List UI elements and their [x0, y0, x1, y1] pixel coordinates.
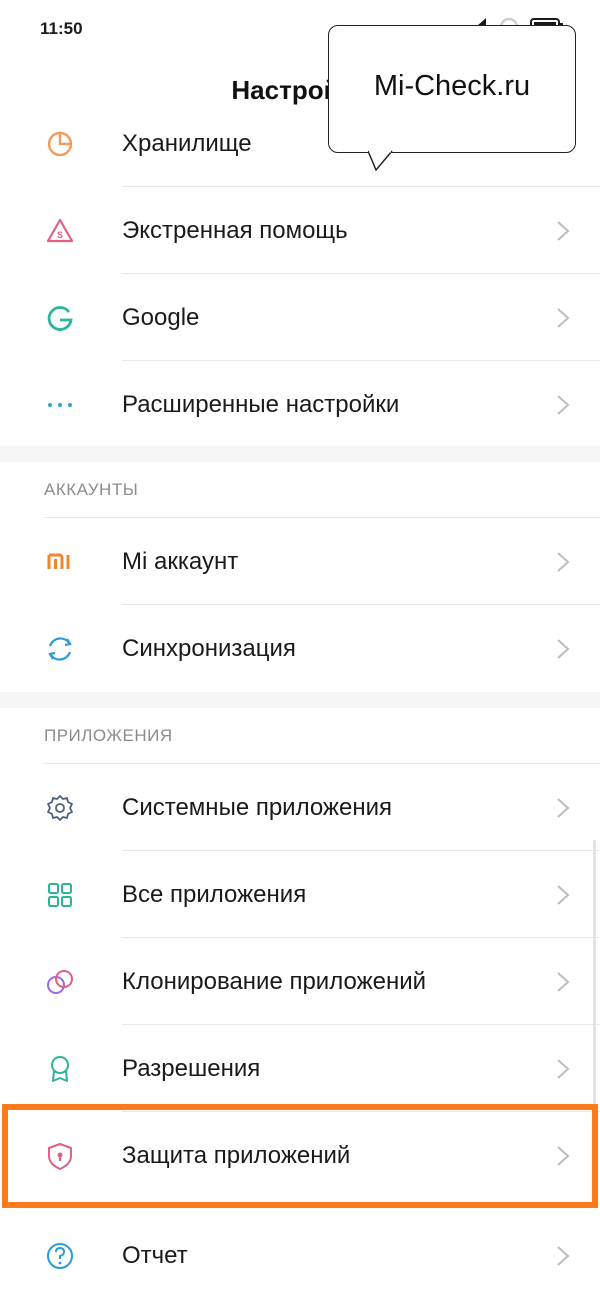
settings-item-label: Системные приложения: [122, 793, 392, 821]
settings-item-label: Экстренная помощь: [122, 216, 348, 244]
chevron-right-icon: [557, 394, 570, 415]
chevron-right-icon: [557, 1058, 570, 1079]
settings-item-label: Синхронизация: [122, 634, 296, 662]
settings-item-label: Расширенные настройки: [122, 390, 400, 418]
svg-text:S: S: [57, 230, 63, 240]
settings-item-mi-account[interactable]: Mi аккаунт: [0, 518, 600, 605]
section-header-apps: ПРИЛОЖЕНИЯ: [0, 708, 600, 764]
section-separator: [0, 446, 600, 462]
status-time: 11:50: [40, 19, 83, 38]
chevron-right-icon: [557, 971, 570, 992]
chevron-right-icon: [557, 1145, 570, 1166]
question-icon: [44, 1240, 76, 1272]
settings-item-label: Клонирование приложений: [122, 967, 427, 995]
settings-item-label: Хранилище: [122, 129, 252, 157]
shield-lock-icon: [44, 1140, 76, 1172]
settings-item-advanced[interactable]: Расширенные настройки: [0, 361, 600, 448]
section-header-accounts: АККАУНТЫ: [0, 462, 600, 518]
section-separator: [0, 692, 600, 708]
settings-item-system-apps[interactable]: Системные приложения: [0, 764, 600, 851]
storage-pie-icon: [44, 128, 76, 160]
scrollbar[interactable]: [593, 840, 596, 1140]
google-g-icon: [44, 302, 76, 334]
chevron-right-icon: [557, 638, 570, 659]
callout-tail: [368, 150, 393, 172]
clone-icon: [44, 966, 76, 998]
sync-icon: [44, 633, 76, 665]
settings-item-app-lock[interactable]: Защита приложений: [0, 1112, 600, 1199]
settings-item-label: Google: [122, 303, 200, 331]
settings-item-google[interactable]: Google: [0, 274, 600, 361]
settings-item-label: Разрешения: [122, 1054, 261, 1082]
settings-item-label: Отчет: [122, 1241, 188, 1269]
settings-item-permissions[interactable]: Разрешения: [0, 1025, 600, 1112]
section-title: АККАУНТЫ: [44, 480, 139, 499]
settings-item-sync[interactable]: Синхронизация: [0, 605, 600, 692]
settings-item-all-apps[interactable]: Все приложения: [0, 851, 600, 938]
callout-bubble: Mi-Check.ru: [328, 25, 576, 153]
badge-icon: [44, 1053, 76, 1085]
settings-item-emergency[interactable]: S Экстренная помощь: [0, 187, 600, 274]
settings-item-feedback[interactable]: Отчет: [0, 1212, 600, 1299]
settings-item-label: Все приложения: [122, 880, 307, 908]
grid-icon: [44, 879, 76, 911]
settings-item-label: Защита приложений: [122, 1141, 351, 1169]
sos-triangle-icon: S: [44, 215, 76, 247]
chevron-right-icon: [557, 307, 570, 328]
more-dots-icon: [44, 389, 76, 421]
chevron-right-icon: [557, 1245, 570, 1266]
callout-text: Mi-Check.ru: [373, 70, 531, 102]
chevron-right-icon: [557, 884, 570, 905]
chevron-right-icon: [557, 797, 570, 818]
section-title: ПРИЛОЖЕНИЯ: [44, 726, 173, 745]
settings-item-dual-apps[interactable]: Клонирование приложений: [0, 938, 600, 1025]
mi-logo-icon: [44, 546, 76, 578]
chevron-right-icon: [557, 220, 570, 241]
gear-icon: [44, 792, 76, 824]
chevron-right-icon: [557, 551, 570, 572]
settings-item-label: Mi аккаунт: [122, 547, 239, 575]
